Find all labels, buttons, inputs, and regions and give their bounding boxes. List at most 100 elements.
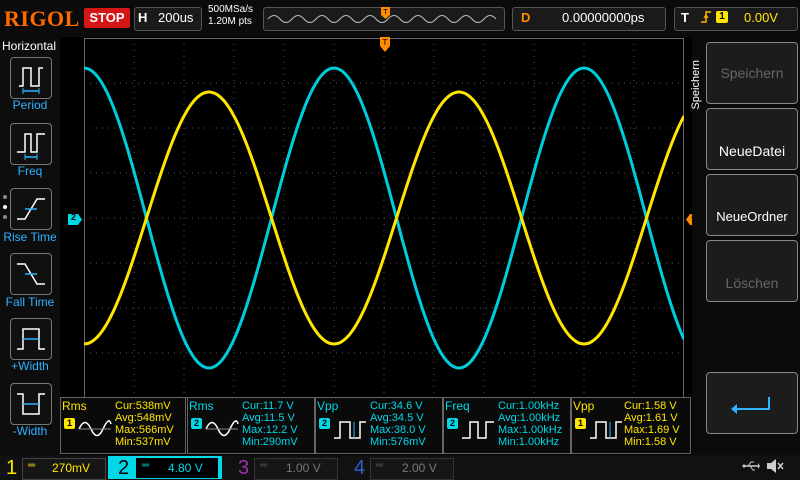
measurement-name: Vpp (317, 399, 339, 413)
trigger-source-badge: 1 (716, 11, 728, 23)
measurement-min: Min:537mV (115, 436, 171, 448)
fall-time-button[interactable] (10, 253, 52, 295)
vpp-icon (334, 421, 366, 439)
measurement-name: Rms (62, 399, 87, 413)
run-stop-indicator[interactable]: STOP (84, 8, 130, 28)
rms-icon (78, 420, 112, 437)
ch1-scale: 270mV (52, 461, 91, 475)
measurement-cur: Cur:1.58 V (624, 400, 677, 412)
ch2-offset-label: 2 (71, 212, 77, 222)
ch3-coupling-icon: ═ (260, 460, 268, 471)
measurement-max: Max:12.2 V (242, 424, 298, 436)
trigger-level: 0.00V (744, 10, 778, 25)
negative-width-label: -Width (12, 424, 48, 438)
channel-badge: 2 (191, 418, 202, 429)
frequency-icon (462, 421, 494, 439)
ch4-scale: 2.00 V (402, 461, 437, 475)
period-button[interactable] (10, 57, 52, 99)
negative-width-button[interactable] (10, 383, 52, 425)
usb-icon (742, 459, 760, 478)
timebase-letter: H (138, 10, 148, 25)
measurement-avg: Avg:1.00kHz (498, 412, 561, 424)
frequency-icon (17, 133, 45, 160)
measurement-avg: Avg:34.5 V (370, 412, 424, 424)
memory-depth: 1.20M pts (208, 16, 252, 27)
channel-badge: 2 (319, 418, 330, 429)
speaker-muted-icon[interactable] (766, 458, 784, 479)
period-label: Period (12, 98, 48, 112)
scroll-dot (3, 215, 7, 219)
rise-time-label: Rise Time (3, 230, 57, 244)
period-icon (19, 67, 43, 94)
svg-text:T: T (382, 8, 388, 16)
measure-menu-title: Horizontal (2, 39, 57, 53)
ch4-number[interactable]: 4 (354, 457, 365, 479)
trigger-letter: T (681, 10, 689, 25)
measurement-box[interactable]: Vpp 1 Cur:1.58 V Avg:1.61 V Max:1.69 V M… (571, 397, 691, 454)
channel-badge: 2 (447, 418, 458, 429)
delay-value: 0.00000000ps (562, 10, 645, 25)
measurement-box[interactable]: Freq 2 Cur:1.00kHz Avg:1.00kHz Max:1.00k… (443, 397, 571, 454)
save-button[interactable]: Speichern (706, 42, 798, 104)
scroll-dot-active (3, 205, 7, 209)
rigol-logo: RIGOL (4, 6, 80, 31)
measurement-min: Min:576mV (370, 436, 426, 448)
measurement-avg: Avg:1.61 V (624, 412, 678, 424)
measurement-max: Max:38.0 V (370, 424, 426, 436)
measurement-cur: Cur:34.6 V (370, 400, 423, 412)
channel-badge: 1 (575, 418, 586, 429)
measurement-cur: Cur:538mV (115, 400, 171, 412)
ch2-scale: 4.80 V (168, 461, 203, 475)
measurement-name: Rms (189, 399, 214, 413)
return-arrow-icon (731, 397, 770, 414)
return-button[interactable] (706, 372, 798, 434)
rms-icon (205, 420, 239, 437)
trigger-position-marker: T (381, 7, 391, 21)
ch1-number[interactable]: 1 (6, 457, 17, 479)
measurement-min: Min:1.58 V (624, 436, 677, 448)
scroll-dot (3, 195, 7, 199)
measurement-cur: Cur:1.00kHz (498, 400, 560, 412)
ch2-number: 2 (118, 457, 130, 479)
new-file-button[interactable]: NeueDatei (706, 108, 798, 170)
measurement-min: Min:290mV (242, 436, 298, 448)
fall-time-icon (17, 263, 45, 285)
measurement-box[interactable]: Rms 1 Cur:538mV Avg:548mV Max:566mV Min:… (60, 397, 186, 454)
storage-menu-title: Speichern (690, 60, 702, 110)
new-folder-button[interactable]: NeueOrdner (706, 174, 798, 236)
rise-time-icon (17, 198, 45, 220)
graticule (84, 38, 684, 398)
freq-label: Freq (17, 164, 43, 178)
measurement-avg: Avg:548mV (115, 412, 172, 424)
trigger-time-marker: T (380, 37, 390, 58)
measurement-box[interactable]: Rms 2 Cur:11.7 V Avg:11.5 V Max:12.2 V M… (187, 397, 315, 454)
waveform-display[interactable] (84, 38, 684, 398)
fall-time-label: Fall Time (5, 295, 55, 309)
freq-button[interactable] (10, 123, 52, 165)
measurement-name: Freq (445, 399, 470, 413)
trigger-box[interactable] (674, 7, 798, 31)
measurement-max: Max:1.69 V (624, 424, 680, 436)
sample-rate: 500MSa/s (208, 4, 254, 15)
rise-time-button[interactable] (10, 188, 52, 230)
acquisition-info: 500MSa/s 1.20M pts (208, 4, 253, 28)
rising-edge-icon (700, 9, 712, 28)
ch1-coupling-icon: ═ (28, 460, 36, 471)
positive-width-label: +Width (11, 359, 49, 373)
ch2-coupling-icon: ═ (142, 460, 150, 471)
timebase-value: 200us (158, 10, 194, 25)
delay-letter: D (521, 10, 531, 25)
measurement-box[interactable]: Vpp 2 Cur:34.6 V Avg:34.5 V Max:38.0 V M… (315, 397, 443, 454)
svg-text:T: T (382, 38, 388, 47)
measurement-max: Max:566mV (115, 424, 174, 436)
measurement-name: Vpp (573, 399, 595, 413)
measurement-min: Min:1.00kHz (498, 436, 560, 448)
ch3-number[interactable]: 3 (238, 457, 249, 479)
positive-width-icon (17, 328, 45, 350)
channel-badge: 1 (64, 418, 75, 429)
measurement-avg: Avg:11.5 V (242, 412, 295, 424)
delete-button[interactable]: Löschen (706, 240, 798, 302)
positive-width-button[interactable] (10, 318, 52, 360)
ch4-coupling-icon: ═ (376, 460, 384, 471)
negative-width-icon (17, 393, 45, 415)
